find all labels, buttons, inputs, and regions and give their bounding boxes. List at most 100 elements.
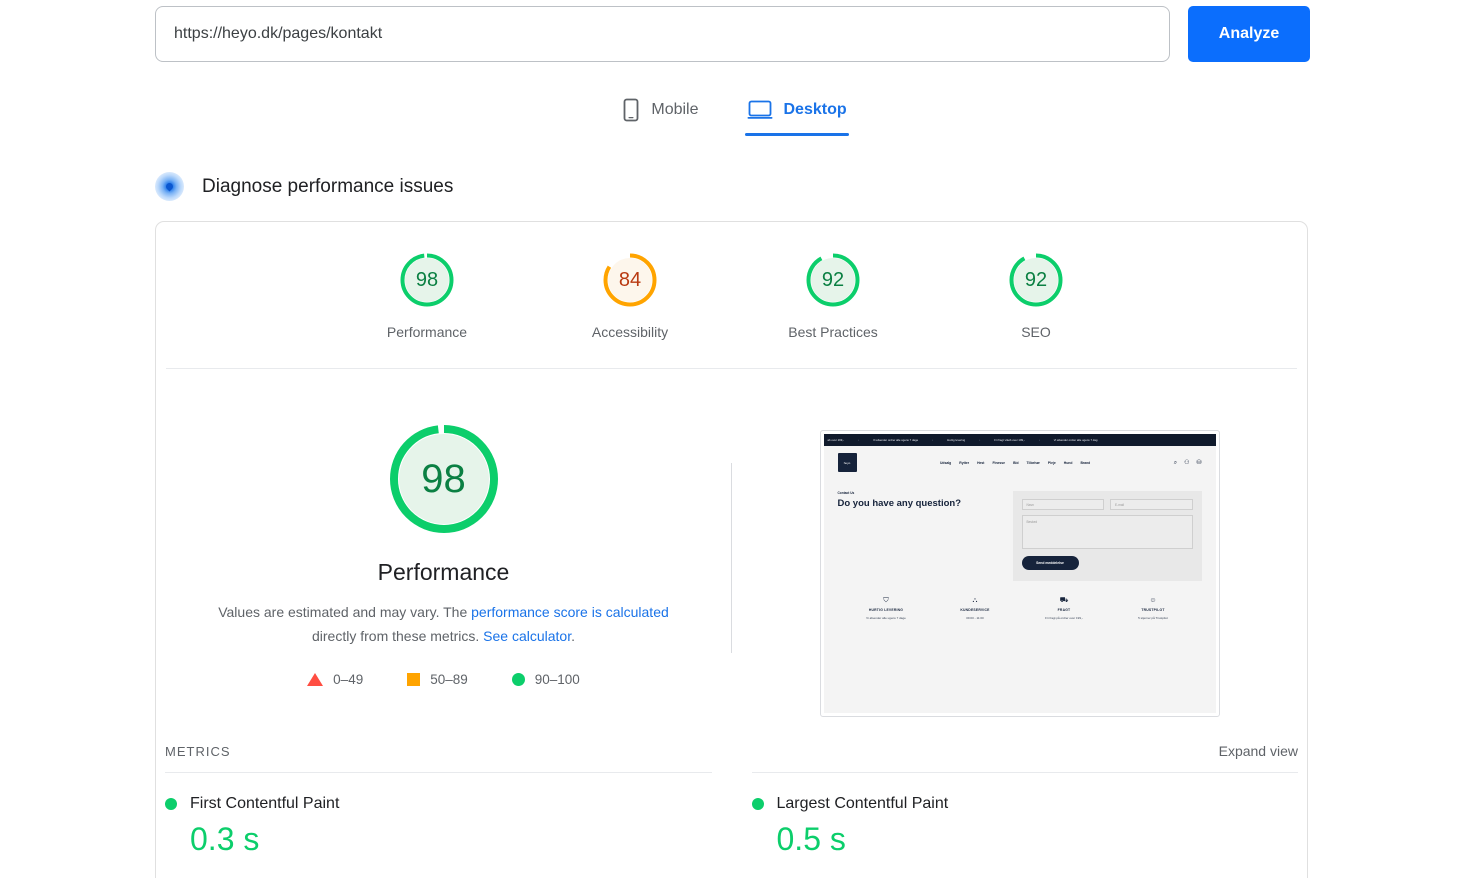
square-icon — [407, 673, 421, 686]
thumb-eyebrow: Contact Us — [837, 491, 855, 495]
thumb-site-header: heyo Udsalg Rytter Hest Finesse Bid Tilb… — [823, 446, 1216, 479]
category-label-performance: Performance — [386, 324, 468, 340]
see-calculator-link[interactable]: See calculator — [483, 628, 571, 644]
legend-item-high: 90–100 — [511, 672, 580, 687]
category-best-practices[interactable]: 92 Best Practices — [778, 251, 888, 340]
desktop-icon — [747, 99, 773, 121]
metric-first-contentful-paint[interactable]: First Contentful Paint 0.3 s — [165, 772, 712, 858]
legend-item-medium: 50–89 — [407, 672, 468, 687]
category-label-seo: SEO — [1021, 324, 1051, 340]
pagespeed-insights-page: Analyze Mobile Desktop D — [0, 0, 1469, 878]
metric-value-0: 0.3 s — [190, 821, 260, 857]
thumb-nav-item-5: Tilbehør — [1026, 460, 1040, 465]
thumb-nav-menu: Udsalg Rytter Hest Finesse Bid Tilbehør … — [857, 461, 1174, 465]
thumb-feature-title-2: FRAGT — [1057, 608, 1071, 612]
metrics-header: METRICS Expand view — [156, 717, 1307, 759]
thumb-logo: heyo — [837, 453, 857, 472]
thumb-field-name: Navn — [1021, 499, 1104, 510]
performance-score-link[interactable]: performance score is calculated — [471, 604, 669, 620]
thumb-banner-item-2: Hurtig levering — [947, 438, 966, 442]
thumb-nav-item-8: Brand — [1080, 460, 1091, 465]
gauge-value-best-practices: 92 — [821, 268, 845, 291]
thumb-nav-item-2: Hest — [977, 460, 985, 465]
thumb-nav-item-4: Bid — [1013, 460, 1019, 465]
url-search-row: Analyze — [155, 6, 1310, 62]
thumb-banner-item-1: Vi afsender ordrer alle ugens 7 dage — [872, 438, 919, 442]
gauge-ring-accessibility: 84 — [601, 251, 659, 309]
tab-mobile-label: Mobile — [651, 101, 699, 118]
thumb-announcement-bar: ab over 199,- • Vi afsender ordrer alle … — [823, 434, 1216, 446]
thumb-feature-title-1: KUNDESERVICE — [960, 608, 990, 612]
thumb-nav-item-1: Rytter — [959, 460, 970, 465]
thumb-submit-button: Send meddelelse — [1021, 556, 1079, 570]
tab-mobile[interactable]: Mobile — [620, 92, 700, 136]
thumb-banner-item-0: ab over 199,- — [827, 438, 844, 442]
thumb-feature-title-0: HURTIG LEVERING — [868, 608, 904, 612]
performance-summary: 98 Performance Values are estimated and … — [156, 369, 1307, 717]
thumb-feature-sub-2: Fri fragt på ordrer over 199,- — [1045, 616, 1083, 620]
thumb-banner-sep-1: • — [932, 438, 934, 442]
thumb-header-icons: ⌕ ⚇ ⛁ — [1174, 460, 1202, 466]
thumb-feature-0: ⛉ HURTIG LEVERING Vi afsender alle ugens… — [842, 597, 931, 620]
tab-desktop-label: Desktop — [783, 101, 847, 118]
tab-desktop[interactable]: Desktop — [744, 92, 849, 136]
thumb-feature-row: ⛉ HURTIG LEVERING Vi afsender alle ugens… — [824, 597, 1216, 620]
thumb-field-email: E-mail — [1110, 499, 1193, 510]
analyze-button[interactable]: Analyze — [1188, 6, 1310, 62]
metric-largest-contentful-paint[interactable]: Largest Contentful Paint 0.5 s — [751, 772, 1299, 858]
cart-icon: ⛁ — [1196, 459, 1202, 466]
tab-active-underline — [744, 133, 849, 136]
thumb-banner-item-4: Vi afsender ordrer alle ugens 7 dag — [1053, 438, 1098, 442]
gauge-ring-performance: 98 — [398, 251, 456, 309]
star-icon: ☺ — [1149, 597, 1157, 604]
gauge-value-performance: 98 — [415, 268, 439, 291]
thumb-banner-sep-2: • — [979, 438, 981, 442]
thumb-banner-sep-3: • — [1038, 438, 1040, 442]
url-input[interactable] — [155, 6, 1170, 62]
circle-icon — [511, 673, 525, 686]
gauge-ring-seo: 92 — [1007, 251, 1065, 309]
gauge-value-accessibility: 84 — [618, 268, 642, 291]
thumb-feature-1: ⛬ KUNDESERVICE 09:00 - 11:00 — [931, 597, 1020, 620]
thumb-feature-sub-0: Vi afsender alle ugens 7 dage — [866, 616, 906, 620]
score-legend: 0–49 50–89 90–100 — [156, 672, 731, 687]
metric-label-row-1: Largest Contentful Paint — [751, 795, 1299, 813]
gauge-ring-best-practices: 92 — [804, 251, 862, 309]
status-circle-icon — [751, 798, 764, 810]
gauge-value-seo: 92 — [1024, 268, 1048, 291]
expand-view-toggle[interactable]: Expand view — [1219, 743, 1298, 759]
thumb-field-message: Besked — [1021, 515, 1193, 549]
category-scores: 98 Performance 84 Accessibility 92 Best … — [156, 222, 1307, 340]
category-performance[interactable]: 98 Performance — [372, 251, 482, 340]
legend-label-high: 90–100 — [534, 672, 580, 687]
category-accessibility[interactable]: 84 Accessibility — [575, 251, 685, 340]
headset-icon: ⛬ — [972, 597, 978, 604]
thumb-nav-item-7: Hund — [1063, 460, 1073, 465]
thumb-hero-text: Contact Us Do you have any question? — [838, 491, 1003, 581]
perf-desc-text-1: Values are estimated and may vary. The — [218, 604, 472, 620]
truck-icon: ⛟ — [1059, 597, 1069, 604]
metrics-grid: First Contentful Paint 0.3 s Largest Con… — [156, 759, 1307, 858]
category-seo[interactable]: 92 SEO — [981, 251, 1091, 340]
performance-score-value: 98 — [421, 456, 466, 501]
thumb-nav-item-3: Finesse — [992, 460, 1006, 465]
triangle-icon — [307, 673, 324, 686]
performance-description: Values are estimated and may vary. The p… — [209, 600, 679, 648]
box-icon: ⛉ — [883, 597, 889, 604]
diagnose-performance-row: Diagnose performance issues — [155, 172, 453, 201]
thumb-nav-item-6: Pleje — [1047, 460, 1056, 465]
thumb-feature-3: ☺ TRUSTPILOT 5 stjerner på Trustpilot — [1109, 597, 1198, 620]
legend-label-medium: 50–89 — [430, 672, 468, 687]
screenshot-column: ab over 199,- • Vi afsender ordrer alle … — [732, 421, 1307, 717]
metric-name-1: Largest Contentful Paint — [776, 795, 949, 812]
legend-item-low: 0–49 — [307, 672, 363, 687]
thumb-contact-hero: Contact Us Do you have any question? Nav… — [824, 479, 1216, 581]
account-icon: ⚇ — [1184, 459, 1190, 466]
thumb-feature-2: ⛟ FRAGT Fri fragt på ordrer over 199,- — [1020, 597, 1109, 620]
perf-desc-text-2: directly from these metrics. — [312, 628, 484, 644]
thumb-nav-item-0: Udsalg — [939, 460, 952, 465]
category-label-accessibility: Accessibility — [591, 324, 669, 340]
metric-label-row-0: First Contentful Paint — [165, 795, 712, 813]
performance-title: Performance — [377, 559, 510, 585]
performance-column: 98 Performance Values are estimated and … — [156, 421, 731, 717]
